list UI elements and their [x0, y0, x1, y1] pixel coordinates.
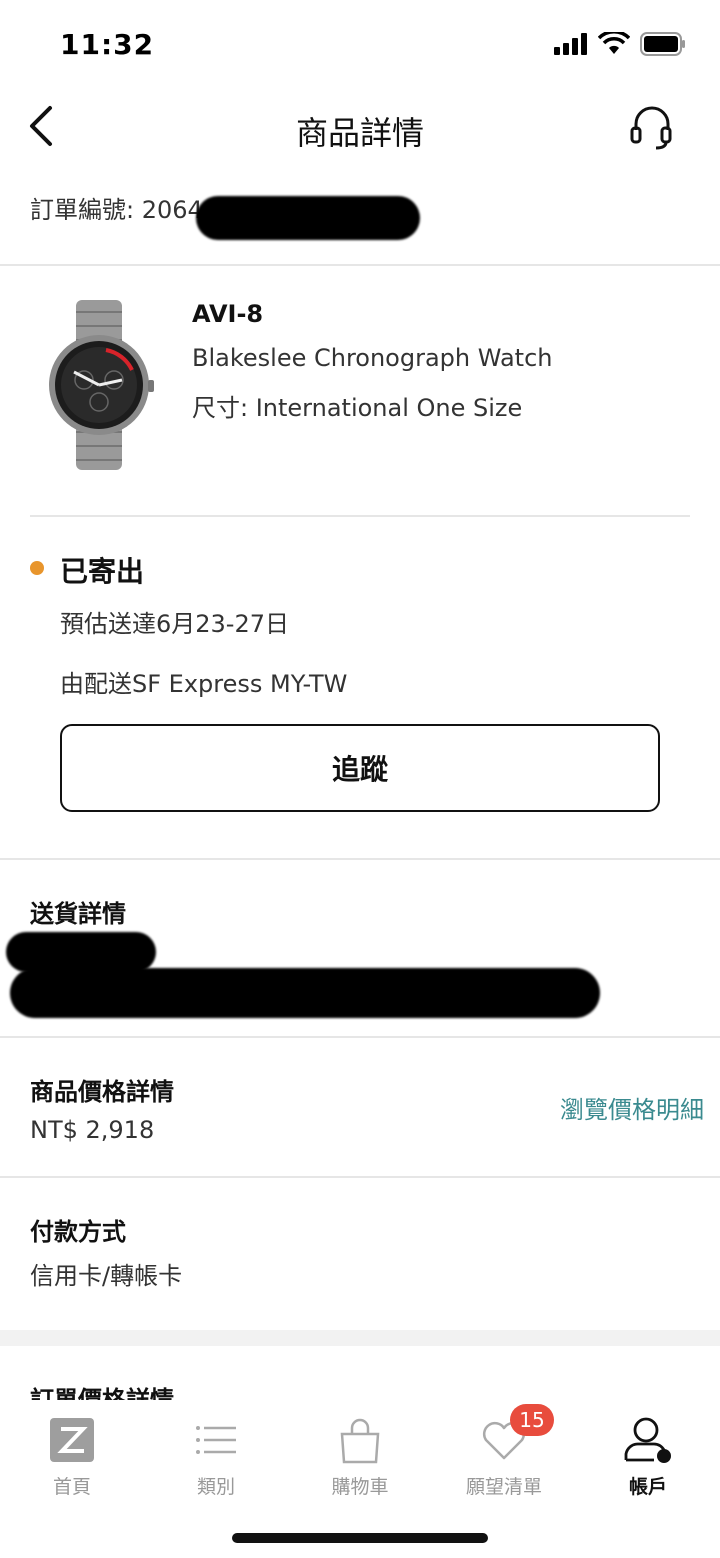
tab-label: 購物車 — [331, 1476, 389, 1498]
watch-image — [49, 300, 154, 470]
wishlist-count-badge: 15 — [510, 1404, 554, 1436]
delivery-details-title: 送貨詳情 — [30, 900, 126, 928]
redaction-mark — [6, 932, 156, 972]
section-separator — [0, 1330, 720, 1346]
status-icons — [554, 32, 686, 56]
home-indicator — [232, 1533, 488, 1543]
nav-bar: 商品詳情 — [0, 90, 720, 170]
shipment-status: 已寄出 — [60, 555, 145, 588]
tab-cart[interactable]: 購物車 — [288, 1416, 432, 1499]
redaction-mark — [10, 968, 600, 1018]
status-bar: 11:32 — [0, 0, 720, 90]
account-icon — [624, 1416, 672, 1464]
price-details-title: 商品價格詳情 — [30, 1078, 174, 1106]
product-brand: AVI-8 — [192, 300, 264, 328]
divider — [0, 858, 720, 860]
shipment-status-dot — [30, 561, 44, 575]
product-name: Blakeslee Chronograph Watch — [192, 344, 553, 372]
tab-account[interactable]: 帳戶 — [576, 1416, 720, 1499]
tab-categories[interactable]: 類別 — [144, 1416, 288, 1499]
heart-icon: 15 — [480, 1404, 554, 1464]
payment-method-title: 付款方式 — [30, 1218, 126, 1246]
headset-icon — [630, 106, 672, 150]
signal-icon — [554, 33, 587, 55]
shopping-bag-icon — [336, 1416, 384, 1464]
view-price-breakdown-link[interactable]: 瀏覽價格明細 — [560, 1090, 704, 1125]
tab-label: 類別 — [196, 1476, 235, 1498]
tab-wishlist[interactable]: 15 願望清單 — [432, 1404, 576, 1499]
tab-label: 願望清單 — [465, 1476, 542, 1498]
payment-method-value: 信用卡/轉帳卡 — [30, 1262, 183, 1290]
wifi-icon — [598, 32, 630, 54]
divider — [0, 1036, 720, 1038]
battery-icon — [640, 32, 685, 56]
estimated-delivery: 預估送達6月23-27日 — [60, 610, 290, 638]
divider — [30, 515, 690, 517]
status-time: 11:32 — [60, 28, 155, 61]
zalora-logo-icon — [48, 1416, 96, 1464]
tab-label: 首頁 — [52, 1476, 91, 1498]
track-button[interactable]: 追蹤 — [60, 724, 660, 812]
page-title: 商品詳情 — [295, 114, 424, 152]
tab-label: 帳戶 — [628, 1476, 667, 1498]
product-size: 尺寸: International One Size — [192, 394, 523, 422]
divider — [0, 264, 720, 266]
price-value: NT$ 2,918 — [30, 1116, 155, 1144]
list-icon — [192, 1416, 240, 1464]
carrier-info: 由配送SF Express MY-TW — [60, 670, 348, 698]
divider — [0, 1176, 720, 1178]
tab-home[interactable]: 首頁 — [0, 1416, 144, 1499]
customer-support-button[interactable] — [628, 104, 676, 152]
order-number: 訂單編號: 2064 — [30, 196, 203, 224]
product-card[interactable]: AVI-8 Blakeslee Chronograph Watch 尺寸: In… — [0, 290, 720, 490]
redaction-mark — [196, 196, 420, 240]
